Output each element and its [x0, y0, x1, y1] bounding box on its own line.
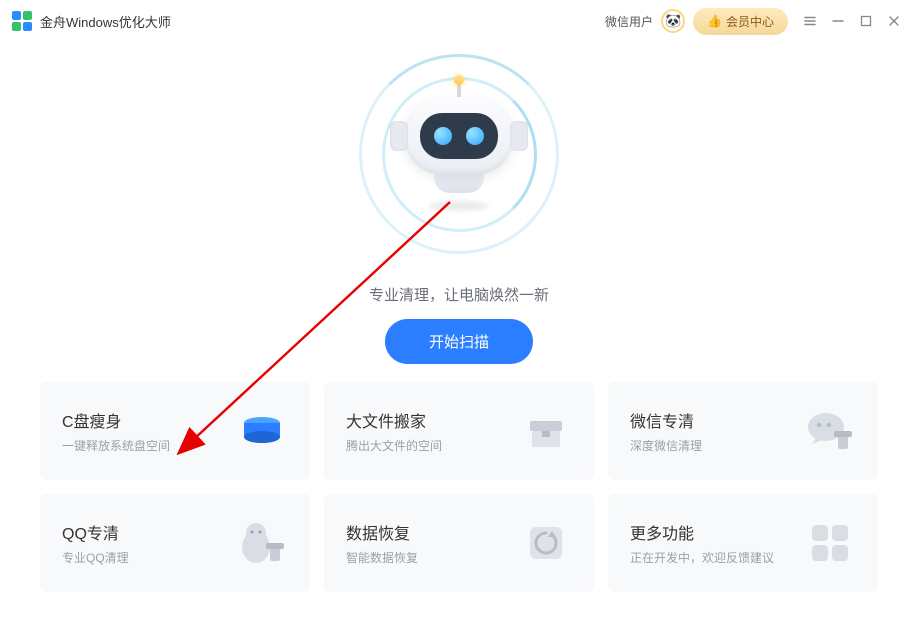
- card-subtitle: 深度微信清理: [630, 438, 702, 455]
- menu-button[interactable]: [798, 9, 822, 33]
- card-title: C盘瘦身: [62, 408, 170, 432]
- maximize-button[interactable]: [854, 9, 878, 33]
- card-qq-clean[interactable]: QQ专清 专业QQ清理: [40, 494, 310, 592]
- vip-center-button[interactable]: 👍 会员中心: [693, 8, 788, 35]
- feature-grid: C盘瘦身 一键释放系统盘空间 大文件搬家 腾出大文件的空间 微信专清: [0, 382, 918, 592]
- titlebar: 金舟Windows优化大师 微信用户 🐼 👍 会员中心: [0, 0, 918, 42]
- card-wechat-clean[interactable]: 微信专清 深度微信清理: [608, 382, 878, 480]
- card-big-file-move[interactable]: 大文件搬家 腾出大文件的空间: [324, 382, 594, 480]
- card-more-features[interactable]: 更多功能 正在开发中，欢迎反馈建议: [608, 494, 878, 592]
- minimize-button[interactable]: [826, 9, 850, 33]
- hero-section: 专业清理，让电脑焕然一新 开始扫描: [0, 42, 918, 382]
- grid-more-icon: [804, 517, 856, 569]
- card-subtitle: 腾出大文件的空间: [346, 438, 442, 455]
- card-title: 数据恢复: [346, 520, 418, 544]
- card-subtitle: 专业QQ清理: [62, 550, 129, 567]
- thumbs-up-icon: 👍: [707, 14, 722, 28]
- user-label: 微信用户: [605, 13, 653, 30]
- card-title: 微信专清: [630, 408, 702, 432]
- box-icon: [520, 405, 572, 457]
- close-button[interactable]: [882, 9, 906, 33]
- recovery-icon: [520, 517, 572, 569]
- start-scan-button[interactable]: 开始扫描: [385, 319, 533, 364]
- card-title: QQ专清: [62, 520, 129, 544]
- tagline: 专业清理，让电脑焕然一新: [369, 284, 549, 305]
- user-avatar[interactable]: 🐼: [661, 9, 685, 33]
- card-title: 更多功能: [630, 520, 774, 544]
- disk-drive-icon: [236, 405, 288, 457]
- card-subtitle: 智能数据恢复: [346, 550, 418, 567]
- card-c-drive-slim[interactable]: C盘瘦身 一键释放系统盘空间: [40, 382, 310, 480]
- card-subtitle: 一键释放系统盘空间: [62, 438, 170, 455]
- penguin-clean-icon: [236, 517, 288, 569]
- chat-clean-icon: [804, 405, 856, 457]
- app-title: 金舟Windows优化大师: [40, 12, 605, 31]
- app-logo-icon: [12, 11, 32, 31]
- card-data-recovery[interactable]: 数据恢复 智能数据恢复: [324, 494, 594, 592]
- card-title: 大文件搬家: [346, 408, 442, 432]
- card-subtitle: 正在开发中，欢迎反馈建议: [630, 550, 774, 567]
- vip-label: 会员中心: [726, 13, 774, 30]
- robot-illustration: [349, 44, 569, 264]
